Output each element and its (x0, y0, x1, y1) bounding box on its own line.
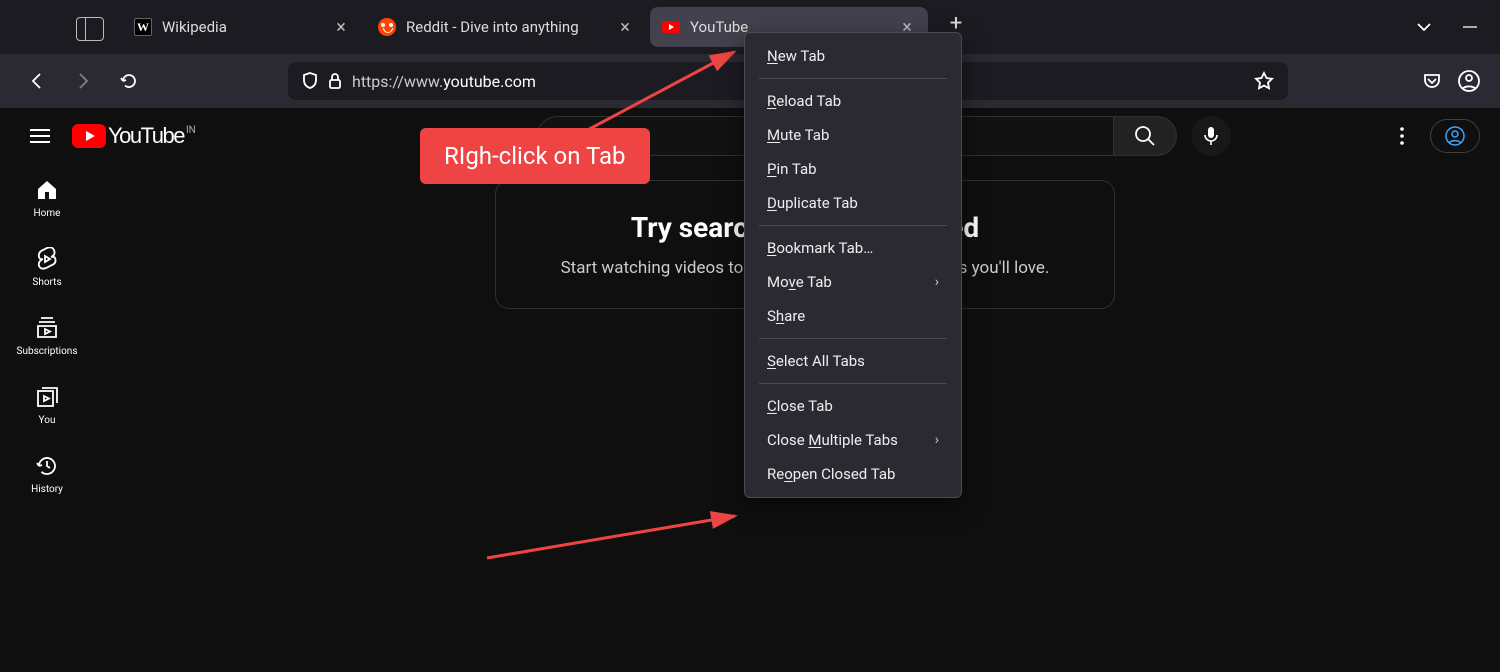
sidebar-item-shorts[interactable]: Shorts (11, 233, 83, 302)
wikipedia-icon: W (134, 18, 152, 36)
sidebar-toggle-icon[interactable] (76, 17, 104, 41)
menu-item-close-multiple-tabs[interactable]: Close Multiple Tabs› (745, 423, 961, 457)
menu-item-close-tab[interactable]: Close Tab (745, 389, 961, 423)
minimize-icon[interactable] (1460, 26, 1480, 28)
tab-context-menu: New Tab Reload TabMute TabPin TabDuplicat… (744, 32, 962, 498)
voice-search-button[interactable] (1191, 116, 1231, 156)
address-bar-right (1422, 70, 1480, 92)
annotation-arrow-icon (477, 490, 747, 570)
youtube-sidebar: Home Shorts Subscriptions You History (11, 164, 83, 509)
chevron-right-icon: › (935, 274, 939, 290)
menu-item-new-tab[interactable]: New Tab (745, 39, 961, 73)
sidebar-item-label: Home (34, 208, 61, 219)
url-text: https://www.youtube.com (352, 72, 536, 91)
tab-reddit[interactable]: Reddit - Dive into anything × (366, 7, 646, 47)
menu-item-pin-tab[interactable]: Pin Tab (745, 152, 961, 186)
tab-label: Reddit - Dive into anything (406, 18, 606, 36)
search-button[interactable] (1113, 116, 1177, 156)
window-controls (1414, 22, 1480, 32)
tab-wikipedia[interactable]: W Wikipedia × (122, 7, 362, 47)
shield-icon (302, 72, 318, 90)
youtube-logo[interactable]: YouTube IN (72, 123, 196, 149)
menu-item-mute-tab[interactable]: Mute Tab (745, 118, 961, 152)
home-icon (35, 178, 59, 202)
library-icon (35, 385, 59, 409)
tab-label: Wikipedia (162, 18, 322, 36)
close-icon[interactable]: × (616, 18, 634, 36)
menu-item-select-all-tabs[interactable]: Select All Tabs (745, 344, 961, 378)
menu-item-duplicate-tab[interactable]: Duplicate Tab (745, 186, 961, 220)
sidebar-item-home[interactable]: Home (11, 164, 83, 233)
sidebar-item-label: History (31, 484, 63, 495)
youtube-wordmark: YouTube (108, 123, 184, 149)
subscriptions-icon (35, 316, 59, 340)
annotation-label: RIgh-click on Tab (420, 128, 650, 184)
pocket-icon[interactable] (1422, 71, 1442, 91)
youtube-play-icon (72, 124, 106, 148)
mic-icon (1204, 126, 1218, 146)
reload-button[interactable] (112, 64, 146, 98)
sign-in-button[interactable] (1430, 119, 1480, 153)
account-icon[interactable] (1458, 70, 1480, 92)
sidebar-item-label: Subscriptions (17, 346, 78, 357)
menu-separator (759, 225, 947, 226)
sidebar-item-label: Shorts (32, 277, 61, 288)
reddit-icon (378, 18, 396, 36)
menu-item-move-tab[interactable]: Move Tab› (745, 265, 961, 299)
user-icon (1445, 126, 1465, 146)
history-icon (35, 454, 59, 478)
sidebar-item-history[interactable]: History (11, 440, 83, 509)
country-code: IN (186, 125, 196, 136)
menu-item-share[interactable]: Share (745, 299, 961, 333)
bookmark-star-icon[interactable] (1254, 71, 1274, 91)
menu-item-reopen-closed-tab[interactable]: Reopen Closed Tab (745, 457, 961, 491)
menu-separator (759, 78, 947, 79)
sidebar-item-subscriptions[interactable]: Subscriptions (11, 302, 83, 371)
sidebar-item-you[interactable]: You (11, 371, 83, 440)
youtube-icon (662, 18, 680, 36)
hamburger-menu-icon[interactable] (20, 116, 60, 156)
menu-separator (759, 338, 947, 339)
shorts-icon (35, 247, 59, 271)
close-icon[interactable]: × (332, 18, 350, 36)
lock-icon (328, 72, 342, 90)
menu-item-bookmark-tab[interactable]: Bookmark Tab… (745, 231, 961, 265)
tabs-dropdown-icon[interactable] (1414, 22, 1434, 32)
back-button[interactable] (20, 64, 54, 98)
menu-separator (759, 383, 947, 384)
chevron-right-icon: › (935, 432, 939, 448)
search-icon (1134, 125, 1156, 147)
sidebar-item-label: You (39, 415, 56, 426)
forward-button[interactable] (66, 64, 100, 98)
kebab-menu-icon[interactable] (1392, 126, 1412, 146)
menu-item-reload-tab[interactable]: Reload Tab (745, 84, 961, 118)
